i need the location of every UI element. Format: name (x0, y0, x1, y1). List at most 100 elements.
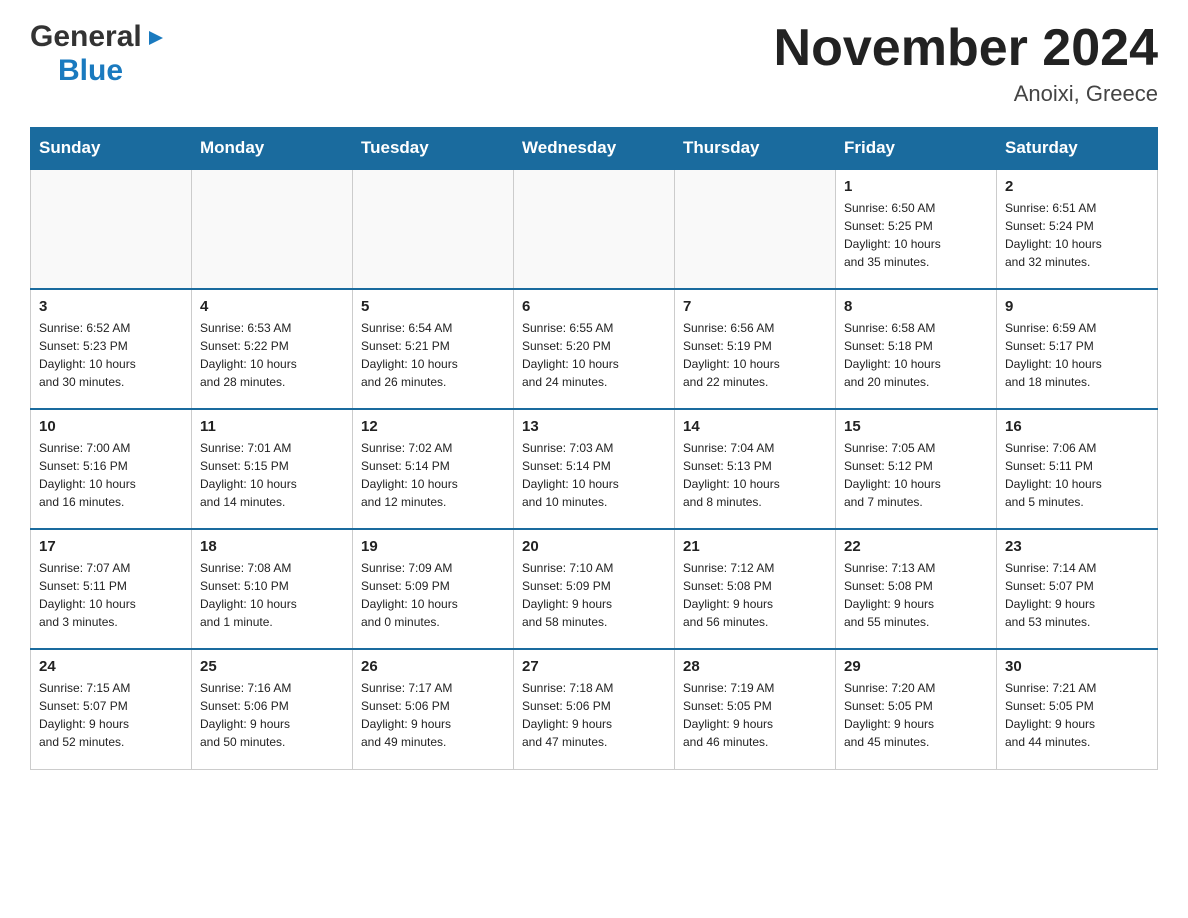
month-title: November 2024 (774, 20, 1158, 77)
calendar-cell: 6 Sunrise: 6:55 AMSunset: 5:20 PMDaylight… (514, 289, 675, 409)
day-number: 15 (844, 418, 988, 435)
day-info: Sunrise: 7:15 AMSunset: 5:07 PMDaylight:… (39, 679, 183, 751)
day-info: Sunrise: 7:18 AMSunset: 5:06 PMDaylight:… (522, 679, 666, 751)
col-header-thursday: Thursday (675, 128, 836, 170)
calendar-header-row: SundayMondayTuesdayWednesdayThursdayFrid… (31, 128, 1158, 170)
col-header-sunday: Sunday (31, 128, 192, 170)
day-info: Sunrise: 7:03 AMSunset: 5:14 PMDaylight:… (522, 439, 666, 511)
calendar-cell: 24 Sunrise: 7:15 AMSunset: 5:07 PMDayligh… (31, 649, 192, 769)
col-header-monday: Monday (192, 128, 353, 170)
calendar-cell: 12 Sunrise: 7:02 AMSunset: 5:14 PMDayligh… (353, 409, 514, 529)
col-header-tuesday: Tuesday (353, 128, 514, 170)
day-info: Sunrise: 6:59 AMSunset: 5:17 PMDaylight:… (1005, 319, 1149, 391)
title-area: November 2024 Anoixi, Greece (774, 20, 1158, 107)
calendar-cell: 27 Sunrise: 7:18 AMSunset: 5:06 PMDayligh… (514, 649, 675, 769)
calendar-cell: 16 Sunrise: 7:06 AMSunset: 5:11 PMDayligh… (997, 409, 1158, 529)
day-number: 7 (683, 298, 827, 315)
day-number: 21 (683, 538, 827, 555)
day-number: 26 (361, 658, 505, 675)
col-header-friday: Friday (836, 128, 997, 170)
day-number: 24 (39, 658, 183, 675)
day-info: Sunrise: 6:52 AMSunset: 5:23 PMDaylight:… (39, 319, 183, 391)
day-number: 13 (522, 418, 666, 435)
day-number: 2 (1005, 178, 1149, 195)
day-info: Sunrise: 7:10 AMSunset: 5:09 PMDaylight:… (522, 559, 666, 631)
col-header-saturday: Saturday (997, 128, 1158, 170)
calendar-cell: 25Sunrise: 7:16 AMSunset: 5:06 PMDayligh… (192, 649, 353, 769)
day-info: Sunrise: 7:19 AMSunset: 5:05 PMDaylight:… (683, 679, 827, 751)
day-info: Sunrise: 6:58 AMSunset: 5:18 PMDaylight:… (844, 319, 988, 391)
col-header-wednesday: Wednesday (514, 128, 675, 170)
calendar-cell: 15 Sunrise: 7:05 AMSunset: 5:12 PMDayligh… (836, 409, 997, 529)
day-info: Sunrise: 6:55 AMSunset: 5:20 PMDaylight:… (522, 319, 666, 391)
calendar-cell (675, 169, 836, 289)
calendar-cell: 1Sunrise: 6:50 AMSunset: 5:25 PMDaylight… (836, 169, 997, 289)
week-row-3: 10Sunrise: 7:00 AMSunset: 5:16 PMDayligh… (31, 409, 1158, 529)
week-row-2: 3 Sunrise: 6:52 AMSunset: 5:23 PMDaylight… (31, 289, 1158, 409)
day-number: 22 (844, 538, 988, 555)
calendar-cell: 10Sunrise: 7:00 AMSunset: 5:16 PMDayligh… (31, 409, 192, 529)
day-info: Sunrise: 7:21 AMSunset: 5:05 PMDaylight:… (1005, 679, 1149, 751)
day-info: Sunrise: 6:54 AMSunset: 5:21 PMDaylight:… (361, 319, 505, 391)
day-number: 29 (844, 658, 988, 675)
calendar-cell (192, 169, 353, 289)
day-info: Sunrise: 6:50 AMSunset: 5:25 PMDaylight:… (844, 199, 988, 271)
calendar-cell: 4 Sunrise: 6:53 AMSunset: 5:22 PMDaylight… (192, 289, 353, 409)
calendar-cell: 9Sunrise: 6:59 AMSunset: 5:17 PMDaylight… (997, 289, 1158, 409)
logo: General Blue (30, 20, 167, 88)
day-info: Sunrise: 7:00 AMSunset: 5:16 PMDaylight:… (39, 439, 183, 511)
day-info: Sunrise: 7:17 AMSunset: 5:06 PMDaylight:… (361, 679, 505, 751)
day-info: Sunrise: 7:04 AMSunset: 5:13 PMDaylight:… (683, 439, 827, 511)
calendar-cell: 22 Sunrise: 7:13 AMSunset: 5:08 PMDayligh… (836, 529, 997, 649)
day-number: 3 (39, 298, 183, 315)
week-row-5: 24 Sunrise: 7:15 AMSunset: 5:07 PMDayligh… (31, 649, 1158, 769)
logo-blue-text: Blue (58, 54, 123, 87)
day-info: Sunrise: 7:07 AMSunset: 5:11 PMDaylight:… (39, 559, 183, 631)
day-info: Sunrise: 7:05 AMSunset: 5:12 PMDaylight:… (844, 439, 988, 511)
day-number: 5 (361, 298, 505, 315)
location: Anoixi, Greece (774, 81, 1158, 107)
day-info: Sunrise: 7:02 AMSunset: 5:14 PMDaylight:… (361, 439, 505, 511)
day-number: 20 (522, 538, 666, 555)
week-row-1: 1Sunrise: 6:50 AMSunset: 5:25 PMDaylight… (31, 169, 1158, 289)
calendar-cell: 19 Sunrise: 7:09 AMSunset: 5:09 PMDayligh… (353, 529, 514, 649)
day-number: 18 (200, 538, 344, 555)
day-number: 12 (361, 418, 505, 435)
day-number: 23 (1005, 538, 1149, 555)
calendar-cell: 29 Sunrise: 7:20 AMSunset: 5:05 PMDayligh… (836, 649, 997, 769)
day-info: Sunrise: 6:53 AMSunset: 5:22 PMDaylight:… (200, 319, 344, 391)
day-number: 14 (683, 418, 827, 435)
day-info: Sunrise: 7:08 AMSunset: 5:10 PMDaylight:… (200, 559, 344, 631)
day-number: 25 (200, 658, 344, 675)
calendar-cell: 8Sunrise: 6:58 AMSunset: 5:18 PMDaylight… (836, 289, 997, 409)
calendar-cell: 3 Sunrise: 6:52 AMSunset: 5:23 PMDaylight… (31, 289, 192, 409)
day-number: 19 (361, 538, 505, 555)
calendar-cell: 20 Sunrise: 7:10 AMSunset: 5:09 PMDayligh… (514, 529, 675, 649)
day-number: 27 (522, 658, 666, 675)
week-row-4: 17Sunrise: 7:07 AMSunset: 5:11 PMDayligh… (31, 529, 1158, 649)
day-number: 11 (200, 418, 344, 435)
calendar-cell: 26 Sunrise: 7:17 AMSunset: 5:06 PMDayligh… (353, 649, 514, 769)
calendar-cell: 5 Sunrise: 6:54 AMSunset: 5:21 PMDaylight… (353, 289, 514, 409)
day-number: 6 (522, 298, 666, 315)
day-info: Sunrise: 6:51 AMSunset: 5:24 PMDaylight:… (1005, 199, 1149, 271)
day-info: Sunrise: 7:01 AMSunset: 5:15 PMDaylight:… (200, 439, 344, 511)
day-info: Sunrise: 7:06 AMSunset: 5:11 PMDaylight:… (1005, 439, 1149, 511)
day-info: Sunrise: 7:14 AMSunset: 5:07 PMDaylight:… (1005, 559, 1149, 631)
calendar-cell: 17Sunrise: 7:07 AMSunset: 5:11 PMDayligh… (31, 529, 192, 649)
calendar-cell: 13 Sunrise: 7:03 AMSunset: 5:14 PMDayligh… (514, 409, 675, 529)
calendar-cell: 11 Sunrise: 7:01 AMSunset: 5:15 PMDayligh… (192, 409, 353, 529)
header: General Blue November 2024 Anoixi, Greec… (30, 20, 1158, 107)
day-number: 16 (1005, 418, 1149, 435)
calendar-cell: 30 Sunrise: 7:21 AMSunset: 5:05 PMDayligh… (997, 649, 1158, 769)
day-number: 4 (200, 298, 344, 315)
calendar-cell (514, 169, 675, 289)
calendar-cell: 28Sunrise: 7:19 AMSunset: 5:05 PMDayligh… (675, 649, 836, 769)
calendar-cell: 14 Sunrise: 7:04 AMSunset: 5:13 PMDayligh… (675, 409, 836, 529)
day-info: Sunrise: 7:13 AMSunset: 5:08 PMDaylight:… (844, 559, 988, 631)
logo-general-text: General (30, 20, 142, 54)
day-info: Sunrise: 7:09 AMSunset: 5:09 PMDaylight:… (361, 559, 505, 631)
day-info: Sunrise: 7:20 AMSunset: 5:05 PMDaylight:… (844, 679, 988, 751)
day-number: 30 (1005, 658, 1149, 675)
calendar-cell (353, 169, 514, 289)
